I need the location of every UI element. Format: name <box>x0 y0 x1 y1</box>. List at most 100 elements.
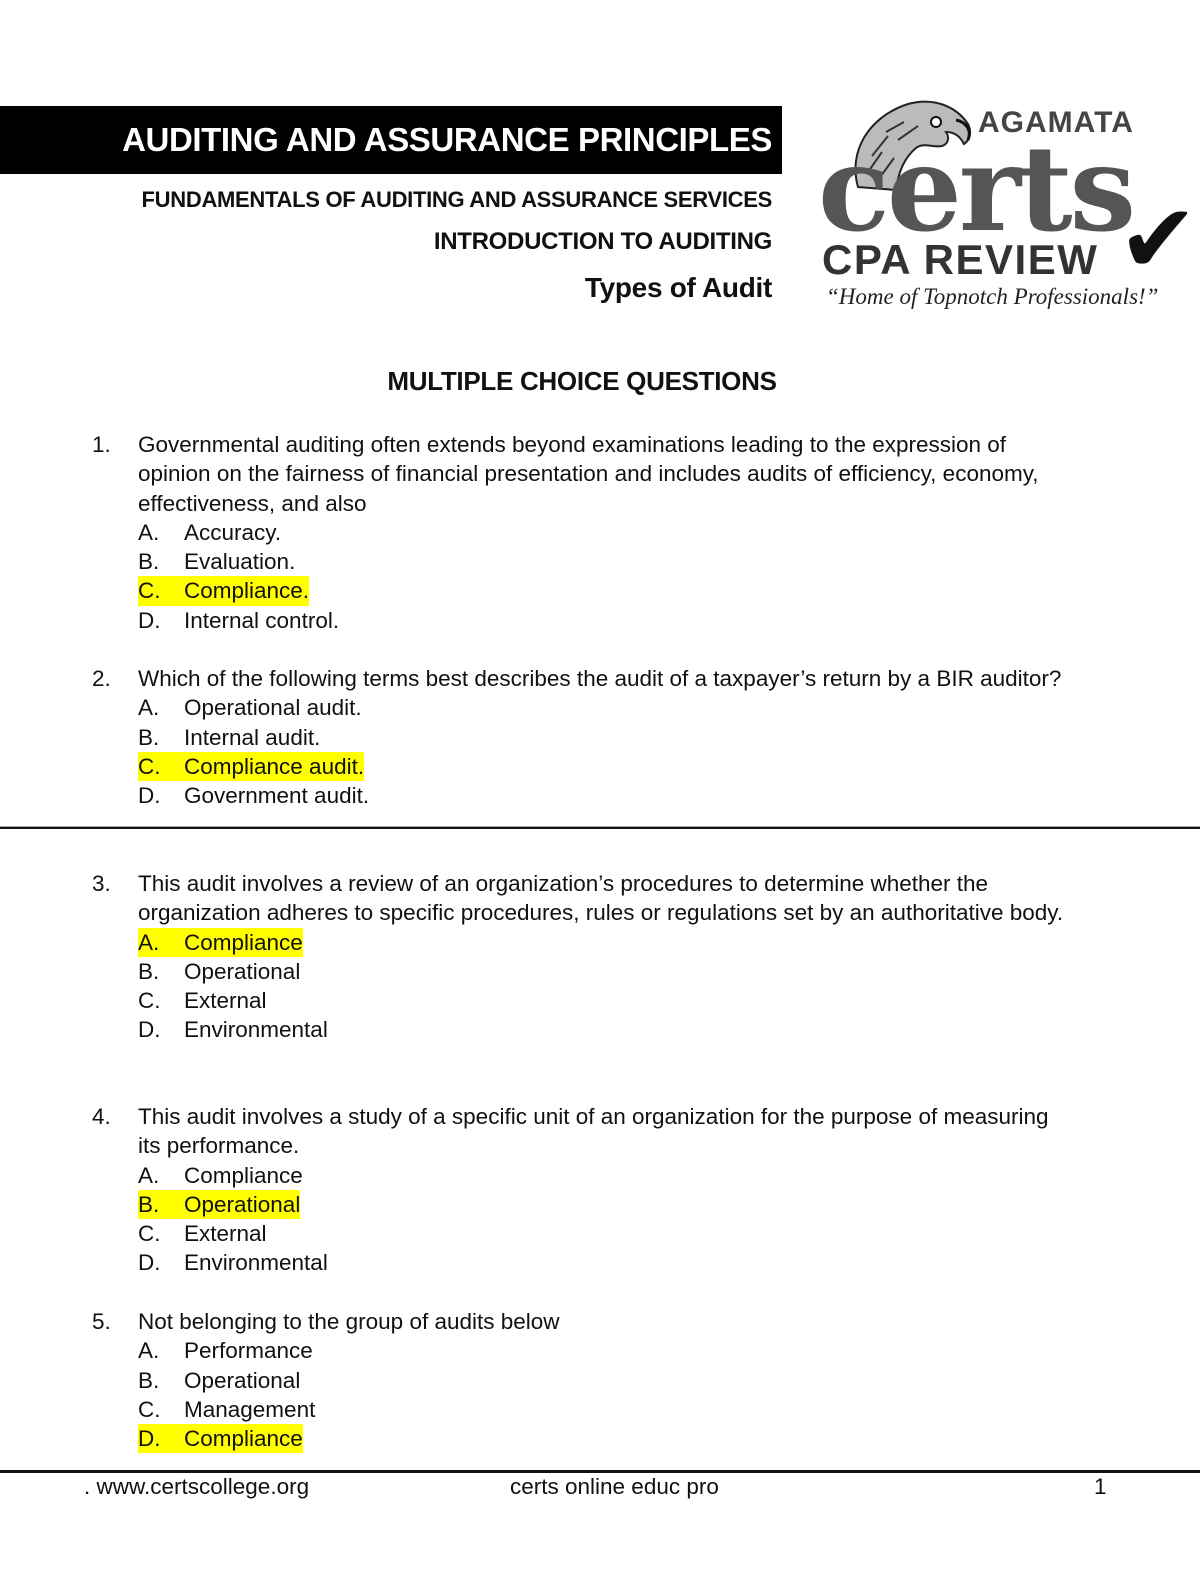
option-text: Compliance <box>184 1426 303 1452</box>
answer-option: D. Environmental <box>138 1015 1072 1044</box>
answer-option: A. Performance <box>138 1336 1072 1365</box>
option-content: C. External <box>138 986 267 1015</box>
option-letter: D. <box>138 783 161 809</box>
question-item: 5. Not belonging to the group of audits b… <box>92 1307 1072 1454</box>
option-text: External <box>184 1221 267 1247</box>
subtitle-fundamentals: FUNDAMENTALS OF AUDITING AND ASSURANCE S… <box>141 187 773 212</box>
question-text: This audit involves a study of a specifi… <box>138 1104 1049 1159</box>
page-divider-line <box>0 826 1200 829</box>
option-content: D. Compliance <box>138 1424 303 1454</box>
answer-option: C. External <box>138 986 1072 1015</box>
answer-option-highlighted: C. Compliance. <box>138 576 1072 606</box>
option-text: Environmental <box>184 1017 328 1043</box>
answer-option: B. Operational <box>138 1366 1072 1395</box>
option-text: Evaluation. <box>184 549 296 575</box>
question-number: 1. <box>92 432 111 457</box>
option-letter: D. <box>138 1250 161 1276</box>
option-letter: A. <box>138 519 160 545</box>
option-content: D. Internal control. <box>138 606 339 635</box>
question-item: 4. This audit involves a study of a speci… <box>92 1102 1072 1278</box>
question-stem: 1. Governmental auditing often extends be… <box>92 430 1072 518</box>
question-text: Governmental auditing often extends beyo… <box>138 432 1039 516</box>
option-content: C. External <box>138 1219 267 1248</box>
option-letter: C. <box>138 753 161 779</box>
option-letter: C. <box>138 1221 161 1247</box>
option-letter: C. <box>138 578 161 604</box>
option-text: Accuracy. <box>184 519 282 545</box>
option-text: Compliance <box>184 929 303 955</box>
option-letter: B. <box>138 1191 160 1217</box>
answer-option: C. External <box>138 1219 1072 1248</box>
option-text: Compliance. <box>184 578 310 604</box>
section-title: MULTIPLE CHOICE QUESTIONS <box>387 366 777 396</box>
option-text: External <box>184 988 267 1014</box>
question-item: 1. Governmental auditing often extends be… <box>92 430 1072 635</box>
question-text: Which of the following terms best descri… <box>138 666 1062 691</box>
option-text: Internal control. <box>184 607 340 633</box>
option-content: C. Compliance audit. <box>138 751 365 782</box>
certs-logo: AGAMATA certs ✔ CPA REVIEW “Home of Topn… <box>818 92 1198 317</box>
question-stem: 4. This audit involves a study of a speci… <box>92 1102 1072 1161</box>
footer-center-text: certs online educ pro <box>510 1474 719 1499</box>
subtitle-introduction: INTRODUCTION TO AUDITING <box>433 228 772 255</box>
footer-website: . www.certscollege.org <box>84 1474 310 1499</box>
option-content: B. Evaluation. <box>138 547 295 576</box>
option-letter: B. <box>138 1367 160 1393</box>
option-content: D. Environmental <box>138 1015 328 1044</box>
topic-title: Types of Audit <box>584 272 772 303</box>
footer-page-number: 1 <box>1094 1474 1107 1499</box>
answer-option: D. Government audit. <box>138 781 1072 810</box>
option-text: Operational <box>184 1191 301 1217</box>
option-letter: B. <box>138 724 160 750</box>
answer-option: C. Management <box>138 1395 1072 1424</box>
answer-option: D. Environmental <box>138 1248 1072 1277</box>
option-letter: D. <box>138 607 161 633</box>
option-letter: B. <box>138 549 160 575</box>
option-text: Compliance audit. <box>184 753 365 779</box>
option-letter: A. <box>138 1338 160 1364</box>
answer-option: B. Evaluation. <box>138 547 1072 576</box>
checkmark-icon: ✔ <box>1118 186 1199 293</box>
option-content: D. Government audit. <box>138 781 369 810</box>
question-stem: 2. Which of the following terms best desc… <box>92 664 1072 693</box>
option-content: C. Compliance. <box>138 576 310 606</box>
answer-option-highlighted: B. Operational <box>138 1189 1072 1220</box>
option-letter: A. <box>138 695 160 721</box>
option-content: B. Operational <box>138 957 300 986</box>
option-letter: B. <box>138 958 160 984</box>
option-text: Internal audit. <box>184 724 321 750</box>
question-item: 2. Which of the following terms best desc… <box>92 664 1072 810</box>
option-letter: A. <box>138 929 160 955</box>
course-title: AUDITING AND ASSURANCE PRINCIPLES <box>122 121 772 158</box>
answer-option: B. Internal audit. <box>138 723 1072 752</box>
logo-tagline: “Home of Topnotch Professionals!” <box>826 284 1159 309</box>
question-number: 2. <box>92 666 111 691</box>
option-content: B. Internal audit. <box>138 723 320 752</box>
footer-rule <box>0 1470 1200 1473</box>
question-stem: 3. This audit involves a review of an org… <box>92 869 1072 928</box>
answer-option: A. Compliance <box>138 1161 1072 1190</box>
option-text: Environmental <box>184 1250 328 1276</box>
option-text: Management <box>184 1396 316 1422</box>
option-content: A. Performance <box>138 1336 313 1365</box>
option-content: A. Accuracy. <box>138 518 281 547</box>
option-content: B. Operational <box>138 1189 301 1220</box>
option-letter: C. <box>138 1396 161 1422</box>
question-number: 3. <box>92 871 111 896</box>
answer-option: A. Accuracy. <box>138 518 1072 547</box>
course-title-bar: AUDITING AND ASSURANCE PRINCIPLES <box>0 106 782 174</box>
answer-option-highlighted: D. Compliance <box>138 1424 1072 1454</box>
question-text: This audit involves a review of an organ… <box>138 871 1064 926</box>
option-content: A. Operational audit. <box>138 693 362 722</box>
option-letter: D. <box>138 1426 161 1452</box>
question-text: Not belonging to the group of audits bel… <box>138 1309 560 1334</box>
option-text: Compliance <box>184 1162 303 1188</box>
option-letter: D. <box>138 1017 161 1043</box>
option-letter: A. <box>138 1162 160 1188</box>
option-content: A. Compliance <box>138 927 303 957</box>
logo-brand-text: certs <box>818 119 1136 258</box>
question-item: 3. This audit involves a review of an org… <box>92 869 1072 1045</box>
option-content: C. Management <box>138 1395 315 1424</box>
option-text: Government audit. <box>184 783 370 809</box>
answer-option: A. Operational audit. <box>138 693 1072 722</box>
